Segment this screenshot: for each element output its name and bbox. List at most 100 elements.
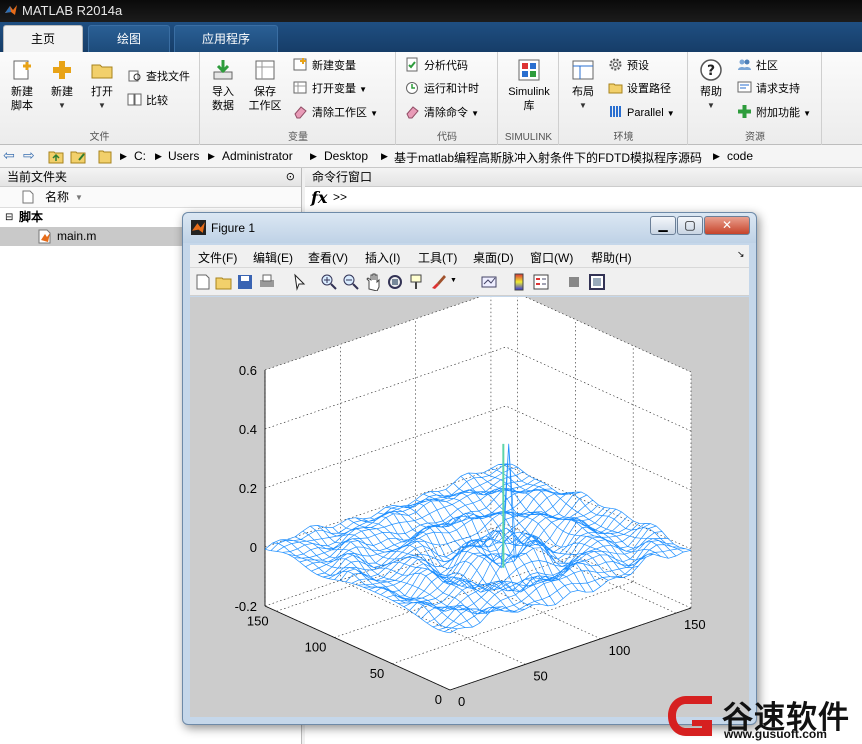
eraser-icon: [294, 106, 307, 119]
title-bar: MATLAB R2014a: [0, 0, 862, 22]
find-files-button[interactable]: 查找文件: [127, 68, 190, 86]
up-folder-icon[interactable]: [48, 149, 64, 164]
pan-icon[interactable]: [364, 273, 382, 291]
forward-arrow-icon[interactable]: ⇨: [23, 147, 35, 164]
group-label-simulink: SIMULINK: [504, 132, 553, 143]
z-tick-label: -0.2: [235, 599, 257, 614]
y-tick-label: 0: [435, 692, 442, 707]
panel-menu-icon[interactable]: ⊙: [286, 168, 295, 187]
link-icon[interactable]: [480, 273, 498, 291]
menu-tools[interactable]: 工具(T): [418, 249, 457, 266]
breadcrumb-segment[interactable]: Desktop: [324, 149, 368, 163]
menu-edit[interactable]: 编辑(E): [253, 249, 293, 266]
analyze-code-button[interactable]: 分析代码: [405, 57, 468, 75]
new-script-button[interactable]: 新建 脚本: [1, 58, 43, 113]
run-and-time-button[interactable]: 运行和计时: [405, 80, 479, 98]
breadcrumb-segment[interactable]: 基于matlab编程高斯脉冲入射条件下的FDTD模拟程序源码: [394, 149, 702, 166]
addons-button[interactable]: 附加功能 ▼: [737, 104, 811, 122]
dock-arrow-icon[interactable]: ↘: [737, 249, 745, 260]
rotate-icon[interactable]: [386, 273, 404, 291]
panel-title: 当前文件夹 ⊙: [0, 168, 301, 187]
new-button[interactable]: 新建 ▼: [41, 58, 83, 113]
breadcrumb-segment[interactable]: Administrator: [222, 149, 293, 163]
layout-button[interactable]: 布局 ▼: [562, 58, 604, 113]
print-icon[interactable]: [258, 273, 276, 291]
layout-icon: [572, 60, 594, 80]
save-workspace-icon: [255, 60, 275, 80]
save-icon[interactable]: [236, 273, 254, 291]
command-prompt-line[interactable]: fx >>: [305, 187, 862, 209]
menu-help[interactable]: 帮助(H): [591, 249, 632, 266]
chevron-down-icon: ▼: [707, 101, 715, 110]
address-bar: ⇦ ⇨ ▶ C: ▶ Users ▶ Administrator ▶ Deskt…: [0, 145, 862, 168]
open-file-icon[interactable]: [215, 273, 233, 291]
pointer-icon[interactable]: [290, 273, 308, 291]
close-button[interactable]: ✕: [704, 216, 750, 235]
x-tick-label: 150: [684, 617, 706, 632]
preferences-button[interactable]: 预设: [608, 57, 649, 75]
m-file-icon: [38, 229, 51, 244]
data-cursor-icon[interactable]: [408, 273, 426, 291]
simulink-library-button[interactable]: Simulink 库: [501, 58, 557, 113]
chevron-down-icon[interactable]: ▼: [450, 277, 457, 284]
zoom-out-icon[interactable]: [342, 273, 360, 291]
browse-folder-icon[interactable]: [70, 149, 86, 164]
menu-window[interactable]: 窗口(W): [530, 249, 573, 266]
community-icon: [738, 59, 751, 70]
tab-plots[interactable]: 绘图: [88, 25, 170, 52]
back-arrow-icon[interactable]: ⇦: [3, 147, 15, 164]
breadcrumb-segment[interactable]: C:: [134, 149, 146, 163]
menu-insert[interactable]: 插入(I): [365, 249, 400, 266]
breadcrumb-segment[interactable]: code: [727, 149, 753, 163]
figure-canvas[interactable]: 0.6 0.4 0.2 0 -0.2 150 100 50 0 0 50 100 150: [190, 297, 749, 717]
tab-home[interactable]: 主页: [3, 25, 83, 52]
import-data-button[interactable]: 导入 数据: [202, 58, 244, 113]
brush-icon[interactable]: [430, 273, 448, 291]
open-variable-button[interactable]: 打开变量 ▼: [293, 80, 367, 98]
help-button[interactable]: ? 帮助 ▼: [690, 58, 732, 113]
z-tick-label: 0.4: [239, 422, 257, 437]
open-button[interactable]: 打开 ▼: [81, 58, 123, 113]
compare-button[interactable]: 比较: [127, 92, 168, 110]
show-plot-tools-icon[interactable]: [588, 273, 606, 291]
addons-icon: [738, 105, 751, 118]
set-path-button[interactable]: 设置路径: [608, 80, 671, 98]
mesh-plot[interactable]: 0.60.40.20-0.2150100500 050100150: [190, 297, 749, 717]
figure-window[interactable]: Figure 1 ▁ ▢ ✕ 文件(F) 编辑(E) 查看(V) 插入(I) 工…: [182, 212, 757, 725]
ribbon-group-code: 分析代码 运行和计时 清除命令 ▼ 代码: [397, 52, 498, 145]
colorbar-icon[interactable]: [510, 273, 528, 291]
plus-icon: [53, 61, 71, 79]
legend-icon[interactable]: [532, 273, 550, 291]
chevron-down-icon: ▼: [98, 101, 106, 110]
menu-view[interactable]: 查看(V): [308, 249, 348, 266]
hide-plot-tools-icon[interactable]: [565, 273, 583, 291]
help-icon: ?: [700, 59, 722, 81]
watermark: 谷速软件 www.gusuoft.com: [664, 686, 862, 744]
community-button[interactable]: 社区: [737, 57, 778, 75]
command-prompt: >>: [333, 190, 348, 204]
y-tick-label: 100: [305, 640, 327, 655]
collapse-icon[interactable]: ⊟: [5, 208, 13, 227]
run-and-time-icon: [406, 82, 418, 94]
menu-desktop[interactable]: 桌面(D): [473, 249, 514, 266]
tab-apps[interactable]: 应用程序: [174, 25, 278, 52]
column-header[interactable]: 名称 ▼: [0, 187, 301, 208]
breadcrumb-segment[interactable]: Users: [168, 149, 199, 163]
fx-icon[interactable]: fx: [311, 188, 327, 207]
request-support-button[interactable]: 请求支持: [737, 80, 800, 98]
figure-title-bar[interactable]: Figure 1 ▁ ▢ ✕: [183, 213, 756, 243]
maximize-button[interactable]: ▢: [677, 216, 703, 235]
clear-workspace-button[interactable]: 清除工作区 ▼: [293, 104, 378, 122]
group-label-code: 代码: [437, 132, 457, 143]
menu-file[interactable]: 文件(F): [198, 249, 237, 266]
zoom-in-icon[interactable]: [320, 273, 338, 291]
minimize-button[interactable]: ▁: [650, 216, 676, 235]
folder-icon: [91, 64, 113, 79]
document-icon: [22, 190, 34, 204]
new-variable-button[interactable]: 新建变量: [293, 57, 356, 75]
new-figure-icon[interactable]: [194, 273, 212, 291]
save-workspace-button[interactable]: 保存 工作区: [244, 58, 286, 113]
z-tick-label: 0.6: [239, 363, 257, 378]
parallel-button[interactable]: Parallel ▼: [608, 104, 675, 122]
clear-commands-button[interactable]: 清除命令 ▼: [405, 104, 479, 122]
